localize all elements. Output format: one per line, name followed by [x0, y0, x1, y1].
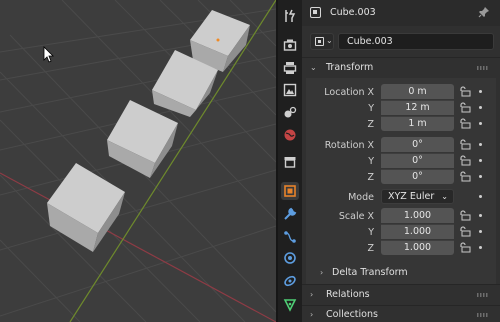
lock-icon[interactable]: [459, 86, 471, 100]
rotation-mode-value: XYZ Euler: [388, 191, 435, 202]
keyframe-dot-icon[interactable]: [479, 230, 482, 233]
location-x-row: Location X 0 m: [302, 84, 500, 100]
drag-handle-icon[interactable]: [477, 66, 489, 70]
chevron-right-icon: ›: [310, 290, 314, 299]
rotation-z-label: Z: [367, 172, 374, 183]
rotation-y-field[interactable]: 0°: [381, 153, 454, 168]
chevron-down-icon: ⌄: [441, 192, 448, 201]
divider: [302, 284, 500, 285]
scale-y-field[interactable]: 1.000: [381, 224, 454, 239]
object-icon[interactable]: [281, 182, 299, 200]
location-z-row: Z 1 m: [302, 116, 500, 132]
divider: [302, 57, 500, 58]
rotation-x-label: Rotation X: [324, 140, 374, 151]
keyframe-dot-icon[interactable]: [479, 246, 482, 249]
location-z-field[interactable]: 1 m: [381, 116, 454, 131]
keyframe-dot-icon[interactable]: [479, 175, 482, 178]
lock-icon[interactable]: [459, 171, 471, 185]
delta-transform-subpanel-header[interactable]: › Delta Transform: [316, 264, 494, 282]
keyframe-dot-icon[interactable]: [479, 143, 482, 146]
rotation-y-label: Y: [368, 156, 374, 167]
particles-icon[interactable]: [281, 228, 299, 246]
rotation-x-field[interactable]: 0°: [381, 137, 454, 152]
transform-panel-header[interactable]: ⌄ Transform: [306, 59, 496, 77]
location-x-label: Location X: [324, 87, 374, 98]
properties-tab-bar: [278, 0, 302, 322]
lock-icon[interactable]: [459, 155, 471, 169]
x-axis-line: [0, 172, 276, 322]
scale-x-label: Scale X: [338, 211, 374, 222]
3d-viewport[interactable]: [0, 0, 276, 322]
rotation-mode-row: Mode XYZ Euler ⌄: [302, 189, 500, 205]
scale-y-label: Y: [368, 227, 374, 238]
location-y-field[interactable]: 12 m: [381, 100, 454, 115]
world-icon[interactable]: [281, 126, 299, 144]
chevron-right-icon: ›: [310, 310, 314, 319]
rotation-mode-dropdown[interactable]: XYZ Euler ⌄: [381, 189, 454, 204]
properties-editor: Cube.003 ⌄ Cube.003 ⌄ Transform Location…: [302, 0, 500, 322]
scene-icon[interactable]: [281, 103, 299, 121]
location-x-field[interactable]: 0 m: [381, 84, 454, 99]
panel-title: Collections: [326, 309, 378, 320]
keyframe-dot-icon[interactable]: [479, 122, 482, 125]
cube-object[interactable]: [47, 163, 125, 252]
physics-icon[interactable]: [281, 249, 299, 267]
lock-icon[interactable]: [459, 242, 471, 256]
lock-icon[interactable]: [459, 139, 471, 153]
rotation-z-row: Z 0°: [302, 169, 500, 185]
constraints-icon[interactable]: [281, 272, 299, 290]
output-icon[interactable]: [281, 59, 299, 77]
scale-x-field[interactable]: 1.000: [381, 208, 454, 223]
collection-icon[interactable]: [281, 153, 299, 171]
render-icon[interactable]: [281, 36, 299, 54]
drag-handle-icon[interactable]: [477, 293, 489, 297]
scale-z-label: Z: [367, 243, 374, 254]
pin-icon[interactable]: [478, 6, 490, 21]
panel-title: Relations: [326, 289, 370, 300]
mouse-cursor-icon: [43, 46, 54, 63]
keyframe-dot-icon[interactable]: [479, 90, 482, 93]
drag-handle-icon[interactable]: [477, 313, 489, 317]
panel-title: Transform: [326, 62, 374, 73]
location-y-label: Y: [368, 103, 374, 114]
object-name-field[interactable]: Cube.003: [338, 33, 494, 50]
viewport-scene: [0, 0, 276, 322]
keyframe-dot-icon[interactable]: [479, 195, 482, 198]
relations-panel-header[interactable]: › Relations: [306, 286, 496, 304]
chevron-right-icon: ›: [320, 268, 324, 277]
chevron-down-icon: ⌄: [326, 36, 333, 45]
object-type-dropdown[interactable]: ⌄: [310, 33, 334, 50]
keyframe-dot-icon[interactable]: [479, 106, 482, 109]
context-title: Cube.003: [330, 7, 376, 18]
scale-z-field[interactable]: 1.000: [381, 240, 454, 255]
lock-icon[interactable]: [459, 226, 471, 240]
properties-header: Cube.003: [302, 0, 500, 26]
scale-y-row: Y 1.000: [302, 224, 500, 240]
rotation-x-row: Rotation X 0°: [302, 137, 500, 153]
location-z-label: Z: [367, 119, 374, 130]
scale-x-row: Scale X 1.000: [302, 208, 500, 224]
object-icon: [315, 37, 324, 46]
collections-panel-header[interactable]: › Collections: [306, 306, 496, 322]
tool-icon[interactable]: [281, 7, 299, 25]
view-layer-icon[interactable]: [281, 81, 299, 99]
object-icon: [310, 7, 321, 18]
lock-icon[interactable]: [459, 118, 471, 132]
origin-point: [216, 38, 220, 42]
modifier-icon[interactable]: [281, 205, 299, 223]
subpanel-title: Delta Transform: [332, 267, 408, 278]
data-icon[interactable]: [281, 296, 299, 314]
lock-icon[interactable]: [459, 210, 471, 224]
scale-z-row: Z 1.000: [302, 240, 500, 256]
lock-icon[interactable]: [459, 102, 471, 116]
keyframe-dot-icon[interactable]: [479, 214, 482, 217]
rotation-z-field[interactable]: 0°: [381, 169, 454, 184]
rotation-y-row: Y 0°: [302, 153, 500, 169]
chevron-down-icon: ⌄: [310, 63, 317, 72]
object-selector-row: ⌄ Cube.003: [310, 32, 494, 51]
mode-label: Mode: [348, 192, 374, 203]
keyframe-dot-icon[interactable]: [479, 159, 482, 162]
location-y-row: Y 12 m: [302, 100, 500, 116]
